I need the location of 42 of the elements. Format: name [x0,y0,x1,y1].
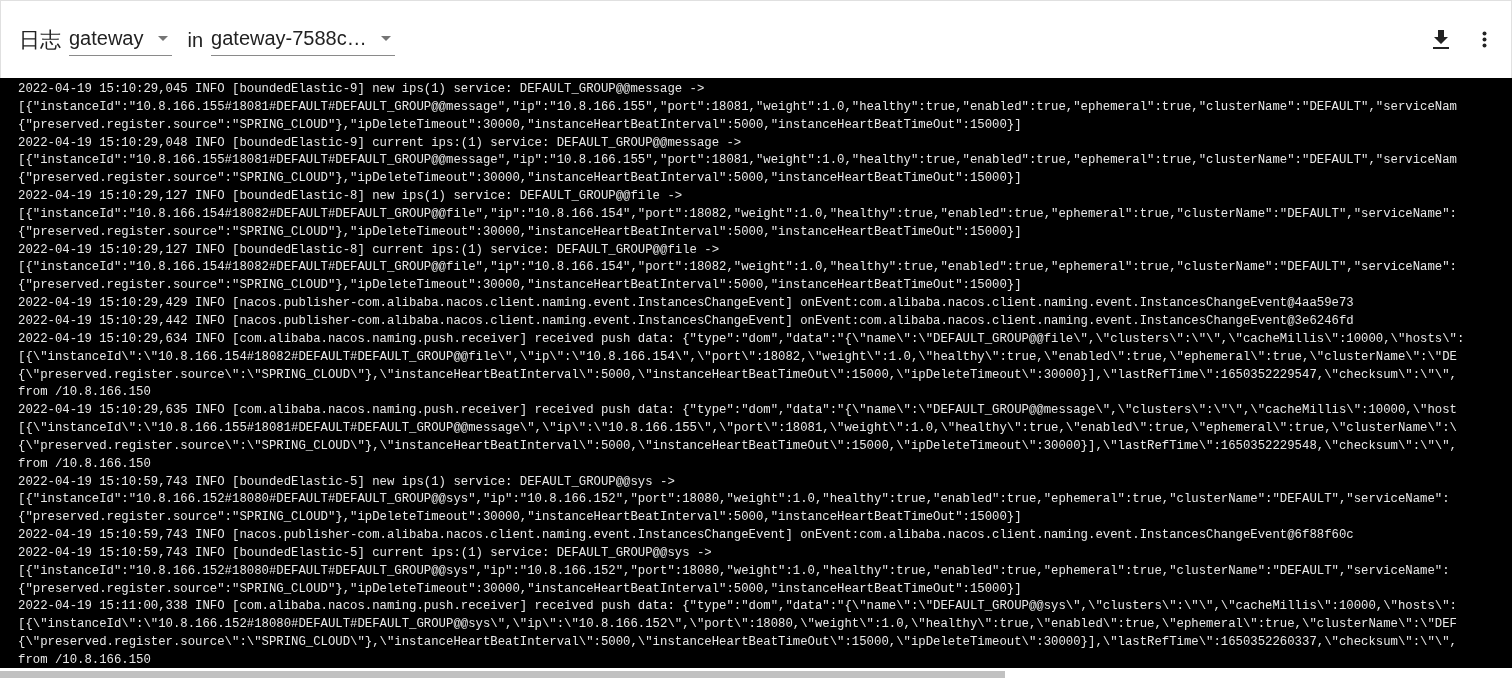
log-line: {"preserved.register.source":"SPRING_CLOUD"},"ipDeleteTimeout":30000,"instanceHeartBeatInterval":5000,"instanceHeartBeatTimeOut":15000}] [18,509,1023,527]
pod-dropdown[interactable]: gateway-7588c… [211,23,395,56]
log-line: [{"instanceId":"10.8.166.152#18080#DEFAULT#DEFAULT_GROUP@@sys","ip":"10.8.166.152","port":18080,"weight":1.0,"healthy":true,"enabled":true,"ephemeral":true,"clusterName":"DEFAULT","serviceName": [18,562,1451,580]
log-line: [{\"instanceId\":\"10.8.166.152#18080#DEFAULT#DEFAULT_GROUP@@sys\",\"ip\":\"10.8.166.152\",\"port\":18080,\"weight\":1.0,\"healthy\":true,\"enabled\":true,\"ephemeral\":true,\"clusterName\":\"DEF [18,616,1458,634]
log-line: {\"preserved.register.source\":\"SPRING_CLOUD\"},\"instanceHeartBeatInterval\":5000,\"instanceHeartBeatTimeOut\":15000,\"ipDeleteTimeout\":30000}],\"lastRefTime\":1650352229547,\"checksum\":\"\", [18,366,1458,384]
log-line: {\"preserved.register.source\":\"SPRING_CLOUD\"},\"instanceHeartBeatInterval\":5000,\"instanceHeartBeatTimeOut\":15000,\"ipDeleteTimeout\":30000}],\"lastRefTime\":1650352229548,\"checksum\":\"\", [18,437,1458,455]
log-line: [{"instanceId":"10.8.166.154#18082#DEFAULT#DEFAULT_GROUP@@file","ip":"10.8.166.154","port":18082,"weight":1.0,"healthy":true,"enabled":true,"ephemeral":true,"clusterName":"DEFAULT","serviceName": [18,259,1458,277]
log-line: [{"instanceId":"10.8.166.155#18081#DEFAULT#DEFAULT_GROUP@@message","ip":"10.8.166.155","port":18081,"weight":1.0,"healthy":true,"enabled":true,"ephemeral":true,"clusterName":"DEFAULT","serviceNam [18,98,1458,116]
log-line: 2022-04-19 15:10:29,045 INFO [boundedElastic-9] new ips(1) service: DEFAULT_GROUP@@message -> [18,81,706,98]
log-line: 2022-04-19 15:10:59,743 INFO [boundedElastic-5] new ips(1) service: DEFAULT_GROUP@@sys -> [18,473,676,491]
container-dropdown[interactable]: gateway [69,23,172,56]
log-line: {"preserved.register.source":"SPRING_CLOUD"},"ipDeleteTimeout":30000,"instanceHeartBeatInterval":5000,"instanceHeartBeatTimeOut":15000}] [18,116,1023,134]
log-line: {"preserved.register.source":"SPRING_CLOUD"},"ipDeleteTimeout":30000,"instanceHeartBeatInterval":5000,"instanceHeartBeatTimeOut":15000}] [18,580,1023,598]
more-options-icon [1482,31,1487,48]
log-line: 2022-04-19 15:10:29,429 INFO [nacos.publisher-com.alibaba.nacos.client.naming.event.InstancesChangeEvent] onEvent:com.alibaba.nacos.client.naming.event.InstancesChangeEvent@4aa59e73 [18,295,1355,313]
log-line: {"preserved.register.source":"SPRING_CLOUD"},"ipDeleteTimeout":30000,"instanceHeartBeatInterval":5000,"instanceHeartBeatTimeOut":15000}] [18,277,1023,295]
caret-icon [380,35,391,41]
log-line: 2022-04-19 15:10:29,634 INFO [com.alibaba.nacos.naming.push.receiver] received push data: {"type":"dom","data":"{\"name\":\"DEFAULT_GROUP@@file\",\"clusters\":\"\",\"cacheMillis\":10000,\"hosts\": [18,330,1466,348]
log-line: [{\"instanceId\":\"10.8.166.155#18081#DEFAULT#DEFAULT_GROUP@@message\",\"ip\":\"10.8.166.155\",\"port\":18081,\"weight\":1.0,\"healthy\":true,\"enabled\":true,\"ephemeral\":true,\"clusterName\":\ [18,420,1458,438]
log-line: 2022-04-19 15:11:00,338 INFO [com.alibaba.nacos.naming.push.receiver] received push data: {"type":"dom","data":"{\"name\":\"DEFAULT_GROUP@@sys\",\"clusters\":\"\",\"cacheMillis\":10000,\"hosts\": [18,598,1458,616]
log-line: [{"instanceId":"10.8.166.154#18082#DEFAULT#DEFAULT_GROUP@@file","ip":"10.8.166.154","port":18082,"weight":1.0,"healthy":true,"enabled":true,"ephemeral":true,"clusterName":"DEFAULT","serviceName": [18,205,1458,223]
log-line: from /10.8.166.150 [18,652,152,668]
connector-label: in [187,27,204,53]
caret-icon [157,35,168,41]
log-line: 2022-04-19 15:10:59,743 INFO [boundedElastic-5] current ips:(1) service: DEFAULT_GROUP@@sys -> [18,544,713,562]
log-line: 2022-04-19 15:10:59,743 INFO [nacos.publisher-com.alibaba.nacos.client.naming.event.InstancesChangeEvent] onEvent:com.alibaba.nacos.client.naming.event.InstancesChangeEvent@6f88f60c [18,527,1355,545]
page-title: 日志 [19,26,61,53]
log-line: 2022-04-19 15:10:29,127 INFO [boundedElastic-8] new ips(1) service: DEFAULT_GROUP@@file -> [18,188,684,206]
log-line: 2022-04-19 15:10:29,048 INFO [boundedElastic-9] current ips:(1) service: DEFAULT_GROUP@@message -> [18,134,743,152]
log-line: from /10.8.166.150 [18,455,152,473]
log-line: {"preserved.register.source":"SPRING_CLOUD"},"ipDeleteTimeout":30000,"instanceHeartBeatInterval":5000,"instanceHeartBeatTimeOut":15000}] [18,170,1023,188]
log-line: {\"preserved.register.source\":\"SPRING_CLOUD\"},\"instanceHeartBeatInterval\":5000,\"instanceHeartBeatTimeOut\":15000,\"ipDeleteTimeout\":30000}],\"lastRefTime\":1650352260337,\"checksum\":\"\", [18,634,1458,652]
log-line: 2022-04-19 15:10:29,442 INFO [nacos.publisher-com.alibaba.nacos.client.naming.event.InstancesChangeEvent] onEvent:com.alibaba.nacos.client.naming.event.InstancesChangeEvent@3e6246fd [18,312,1355,330]
log-line: [{"instanceId":"10.8.166.155#18081#DEFAULT#DEFAULT_GROUP@@message","ip":"10.8.166.155","port":18081,"weight":1.0,"healthy":true,"enabled":true,"ephemeral":true,"clusterName":"DEFAULT","serviceNam [18,152,1458,170]
log-line: 2022-04-19 15:10:29,127 INFO [boundedElastic-8] current ips:(1) service: DEFAULT_GROUP@@file -> [18,241,721,259]
download-icon [1432,29,1450,50]
scrollbar-thumb[interactable] [0,671,1005,678]
log-line: {"preserved.register.source":"SPRING_CLOUD"},"ipDeleteTimeout":30000,"instanceHeartBeatInterval":5000,"instanceHeartBeatTimeOut":15000}] [18,223,1023,241]
log-line: [{\"instanceId\":\"10.8.166.154#18082#DEFAULT#DEFAULT_GROUP@@file\",\"ip\":\"10.8.166.154\",\"port\":18082,\"weight\":1.0,\"healthy\":true,\"enabled\":true,\"ephemeral\":true,\"clusterName\":\"DE [18,348,1458,366]
log-line: from /10.8.166.150 [18,384,152,402]
log-line: 2022-04-19 15:10:29,635 INFO [com.alibaba.nacos.naming.push.receiver] received push data: {"type":"dom","data":"{\"name\":\"DEFAULT_GROUP@@message\",\"clusters\":\"\",\"cacheMillis\":10000,\"host [18,402,1458,420]
log-line: [{"instanceId":"10.8.166.152#18080#DEFAULT#DEFAULT_GROUP@@sys","ip":"10.8.166.152","port":18080,"weight":1.0,"healthy":true,"enabled":true,"ephemeral":true,"clusterName":"DEFAULT","serviceName": [18,491,1451,509]
